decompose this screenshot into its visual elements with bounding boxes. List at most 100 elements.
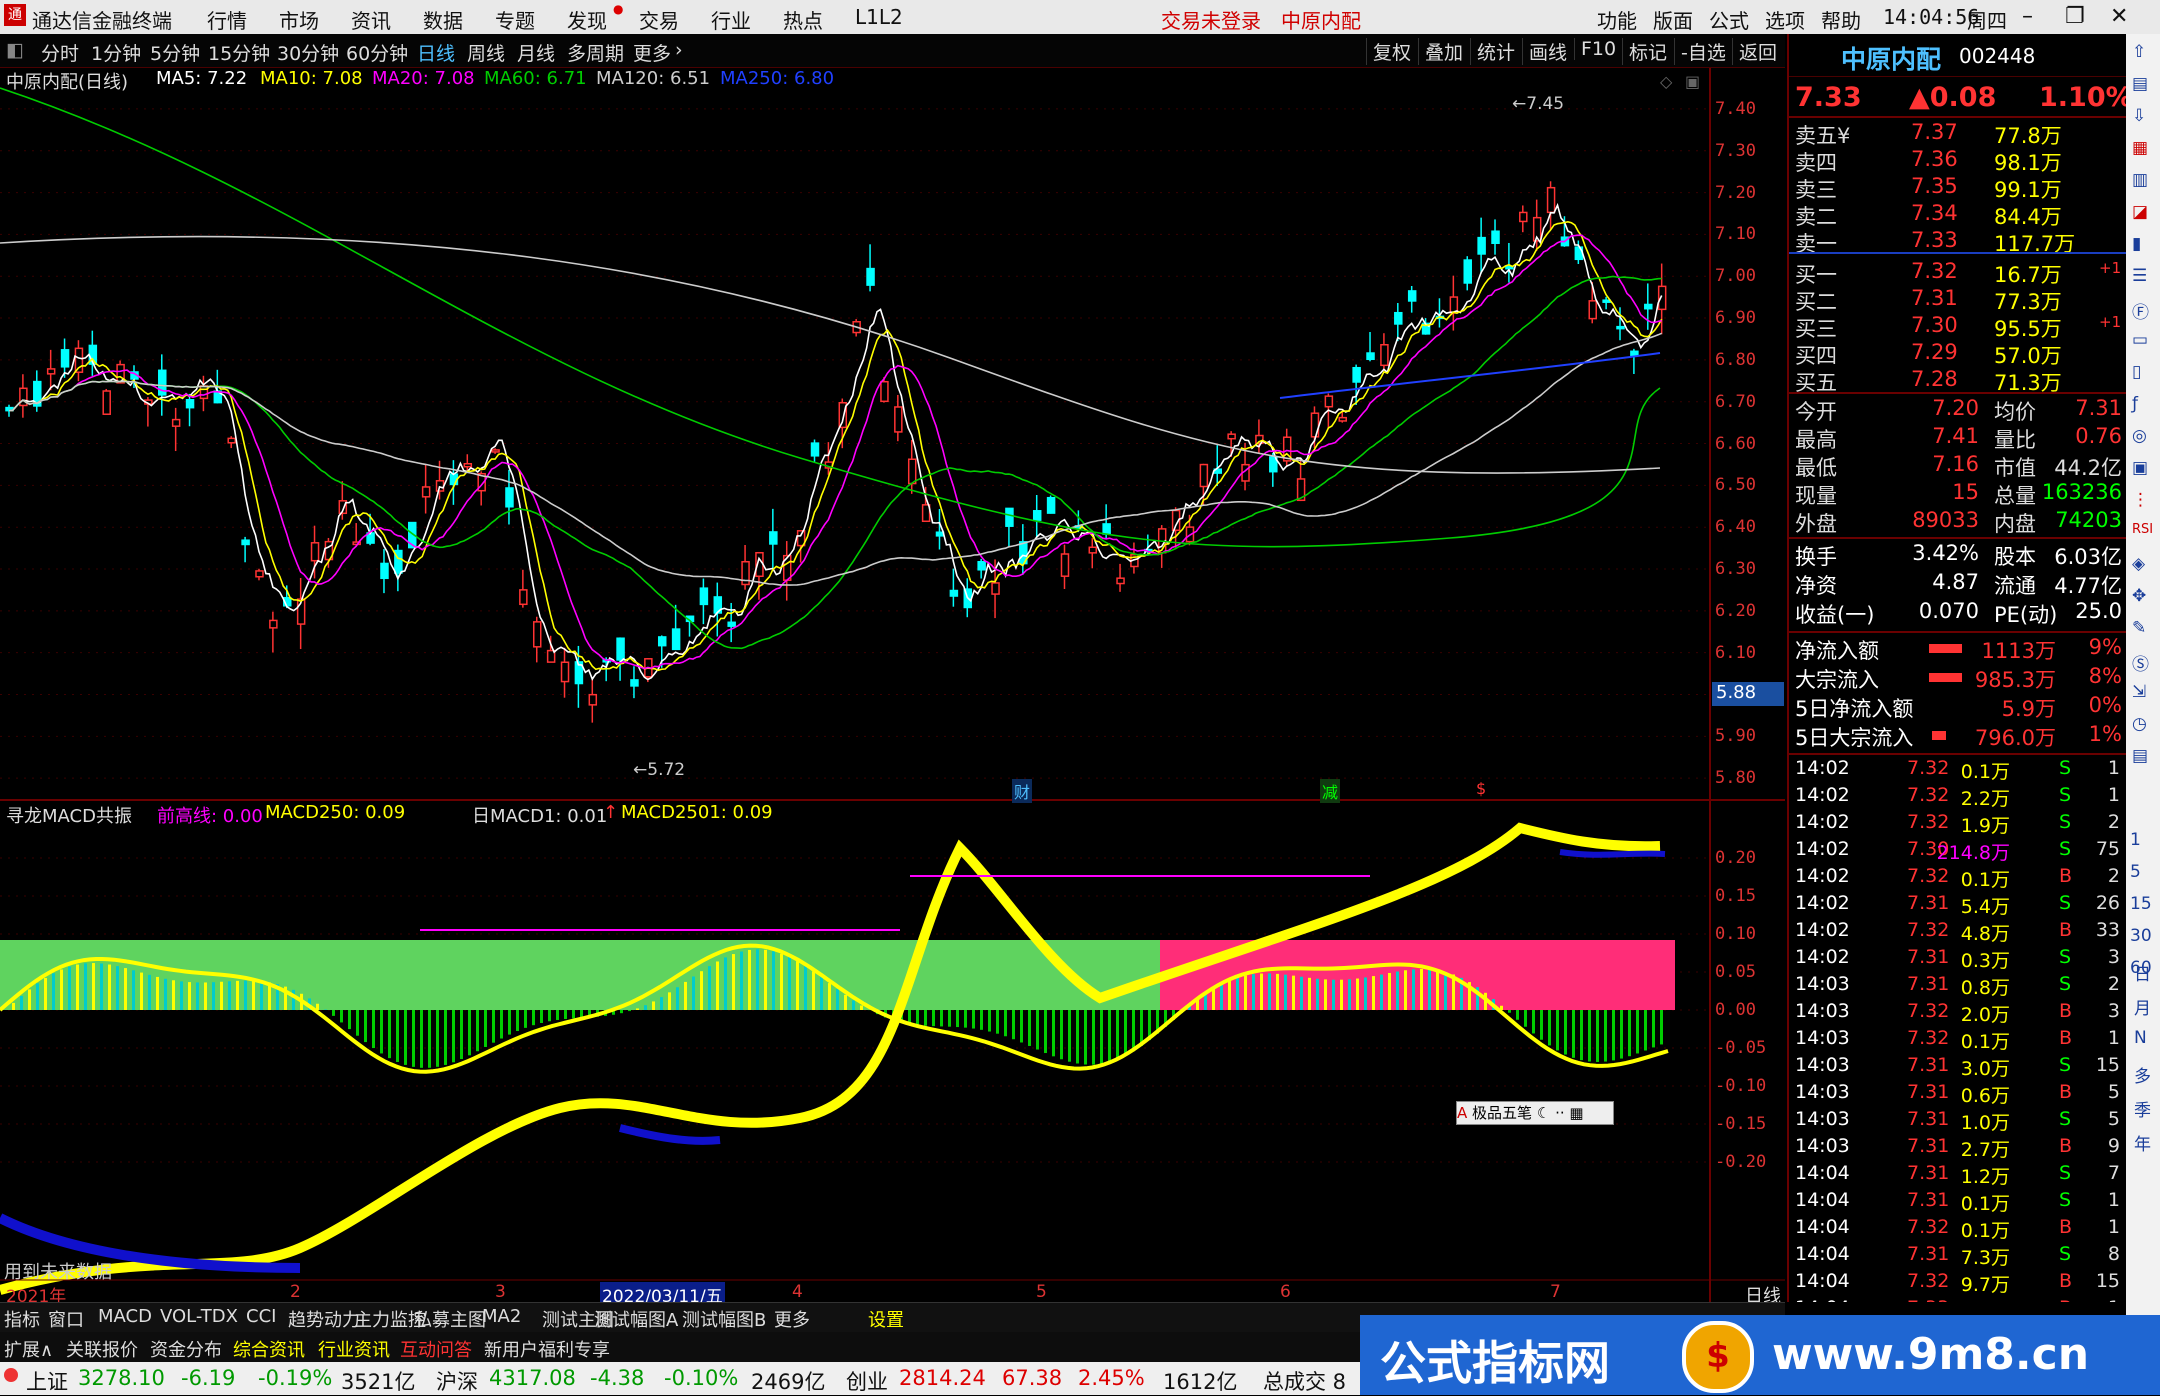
index-label[interactable]: 上证 xyxy=(26,1366,68,1396)
candle-body[interactable] xyxy=(992,583,999,594)
candle-body[interactable] xyxy=(1478,238,1485,254)
order-row[interactable]: 卖四7.3698.1万 xyxy=(1789,147,2128,174)
period-tab[interactable]: 多周期 xyxy=(567,39,624,66)
menu-item[interactable]: 数据 xyxy=(423,5,463,34)
tick-row[interactable]: 14:027.315.4万S26 xyxy=(1789,892,2128,919)
candle-body[interactable] xyxy=(1089,547,1096,553)
candle-body[interactable] xyxy=(1603,300,1610,302)
candle-body[interactable] xyxy=(1048,498,1055,513)
candle-body[interactable] xyxy=(589,695,596,705)
period-tab[interactable]: 15分钟 xyxy=(208,39,270,66)
period-shortcut[interactable]: N xyxy=(2134,1028,2147,1048)
candle-body[interactable] xyxy=(1645,304,1652,308)
signal-icon[interactable]: ⋮ xyxy=(2132,490,2149,510)
chart-icon[interactable]: ◪ xyxy=(2132,202,2148,222)
menu-right-item[interactable]: 公式 xyxy=(1709,5,1749,34)
ime-toolbar[interactable]: A 极品五笔 ☾ ·· ▦ xyxy=(1456,1101,1614,1125)
login-status[interactable]: 交易未登录 xyxy=(1161,5,1261,34)
tool-button[interactable]: 画线 xyxy=(1522,38,1573,65)
period-tab[interactable]: 分时 xyxy=(41,39,79,66)
period-tab[interactable]: 5分钟 xyxy=(150,39,200,66)
candle-body[interactable] xyxy=(881,382,888,402)
indicator-tab[interactable]: 测试幅图A xyxy=(594,1306,678,1332)
period-tab[interactable]: 1分钟 xyxy=(91,39,141,66)
square-icon[interactable]: ▣ xyxy=(1685,72,1700,91)
extension-tab[interactable]: 关联报价 xyxy=(66,1336,138,1362)
event-mark-dividend[interactable]: $ xyxy=(1476,779,1486,798)
indicator-tab[interactable]: 更多 xyxy=(774,1306,810,1332)
extension-tab[interactable]: 综合资讯 xyxy=(233,1336,305,1362)
monitor-icon[interactable]: ▣ xyxy=(2132,458,2148,478)
menu-item[interactable]: 行业 xyxy=(711,5,751,34)
tick-row[interactable]: 14:027.322.2万S1 xyxy=(1789,784,2128,811)
menu-item[interactable]: 市场 xyxy=(279,5,319,34)
period-tab[interactable]: 周线 xyxy=(467,39,505,66)
indicator-tab[interactable]: VOL-TDX xyxy=(160,1306,238,1327)
candle-body[interactable] xyxy=(1061,554,1068,576)
candle-body[interactable] xyxy=(1325,396,1332,407)
candle-body[interactable] xyxy=(1520,212,1527,221)
order-row[interactable]: 买一7.3216.7万+1 xyxy=(1789,259,2128,286)
candle-body[interactable] xyxy=(312,543,319,561)
period-shortcut[interactable]: 15 xyxy=(2130,894,2152,914)
candle-body[interactable] xyxy=(1200,465,1207,487)
candle-body[interactable] xyxy=(464,464,471,467)
doc-icon[interactable]: ▯ xyxy=(2132,362,2141,382)
extension-tab[interactable]: 新用户福利专享 xyxy=(484,1336,610,1362)
candle-body[interactable] xyxy=(562,662,569,681)
candle-body[interactable] xyxy=(1617,327,1624,329)
candle-body[interactable] xyxy=(936,532,943,536)
tick-row[interactable]: 14:047.310.1万S1 xyxy=(1789,1189,2128,1216)
down-arrow-icon[interactable]: ⇩ xyxy=(2132,106,2146,126)
tick-row[interactable]: 14:047.329.7万B15 xyxy=(1789,1270,2128,1297)
candle-body[interactable] xyxy=(1228,434,1235,439)
index-label[interactable]: 创业 xyxy=(846,1366,888,1396)
up-arrow-icon[interactable]: ⇧ xyxy=(2132,42,2146,62)
tool-button[interactable]: 复权 xyxy=(1366,38,1417,65)
indicator-tab[interactable]: 私募主图 xyxy=(414,1306,486,1332)
news-icon[interactable]: ▦ xyxy=(2132,138,2148,158)
extension-tab[interactable]: 资金分布 xyxy=(150,1336,222,1362)
candle-body[interactable] xyxy=(173,420,180,427)
candle-body[interactable] xyxy=(895,407,902,432)
candle-body[interactable] xyxy=(381,563,388,578)
tick-row[interactable]: 14:037.312.7万B9 xyxy=(1789,1135,2128,1162)
event-mark-finance[interactable]: 财 xyxy=(1012,779,1032,803)
tool-button[interactable]: -自选 xyxy=(1674,38,1732,65)
indicator-tab[interactable]: MACD xyxy=(98,1306,152,1327)
tool-button[interactable]: 返回 xyxy=(1732,38,1783,65)
order-row[interactable]: 卖一7.33117.7万 xyxy=(1789,228,2128,255)
candle-body[interactable] xyxy=(1589,301,1596,319)
candle-body[interactable] xyxy=(1367,353,1374,359)
menu-item[interactable]: 行情 xyxy=(207,5,247,34)
period-tab-more[interactable]: 更多 xyxy=(633,39,671,66)
period-shortcut[interactable]: 月 xyxy=(2134,994,2151,1019)
candle-body[interactable] xyxy=(978,562,985,570)
chevron-right-icon[interactable]: › xyxy=(675,39,683,61)
candle-body[interactable] xyxy=(770,532,777,544)
tool-button[interactable]: 标记 xyxy=(1622,38,1673,65)
candle-body[interactable] xyxy=(909,459,916,483)
list-icon[interactable]: ☰ xyxy=(2132,266,2147,286)
candle-body[interactable] xyxy=(1103,524,1110,534)
minimize-icon[interactable]: – xyxy=(2022,4,2033,29)
candle-body[interactable] xyxy=(1395,313,1402,324)
tick-row[interactable]: 14:027.321.9万S2 xyxy=(1789,811,2128,838)
menu-right-item[interactable]: 功能 xyxy=(1597,5,1637,34)
menu-item[interactable]: 交易 xyxy=(639,5,679,34)
tick-row[interactable]: 14:037.311.0万S5 xyxy=(1789,1108,2128,1135)
indicator-tab[interactable]: CCI xyxy=(246,1306,276,1327)
candle-body[interactable] xyxy=(256,571,263,577)
tick-row[interactable]: 14:037.310.8万S2 xyxy=(1789,973,2128,1000)
window-icon[interactable]: ▭ xyxy=(2132,330,2148,350)
event-mark-reduce[interactable]: 减 xyxy=(1320,779,1340,803)
candle-body[interactable] xyxy=(423,487,430,497)
indicator-tab[interactable]: 设置 xyxy=(868,1306,904,1332)
order-row[interactable]: 卖二7.3484.4万 xyxy=(1789,201,2128,228)
diamond-nav-icon[interactable]: ◈ xyxy=(2132,554,2145,574)
close-icon[interactable]: ✕ xyxy=(2110,4,2128,29)
diamond-icon[interactable]: ◇ xyxy=(1660,72,1672,91)
export-icon[interactable]: ⇲ xyxy=(2132,682,2146,702)
candle-body[interactable] xyxy=(1381,345,1388,366)
bars-icon[interactable]: ▮ xyxy=(2132,234,2141,254)
